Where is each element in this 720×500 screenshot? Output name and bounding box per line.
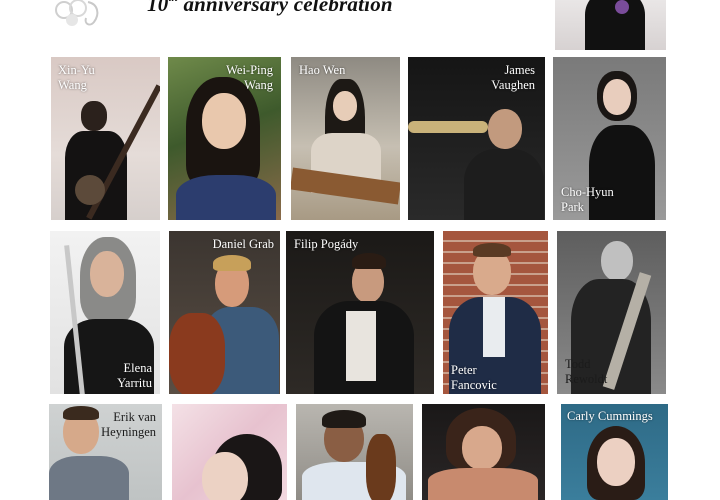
photo-james-vaughen: James Vaughen	[408, 57, 545, 220]
performer-name-line2: Yarritu	[117, 376, 152, 390]
performer-name-line1: Cho-Hyun	[561, 185, 614, 199]
treble-clef-logo-icon	[55, 0, 99, 26]
photo-row3-performer-3	[296, 404, 413, 500]
performer-name-line1: Daniel Grab	[212, 237, 274, 251]
anniversary-headline: 10th anniversary celebration	[147, 0, 393, 17]
performer-name-line1: Xin-Yu	[58, 63, 95, 77]
performer-name-line2: Park	[561, 200, 584, 214]
headline-ordinal-suffix: th	[168, 0, 178, 4]
photo-elena-yarritu: Elena Yarritu	[50, 231, 160, 394]
performer-name-line1: Todd	[565, 357, 591, 371]
performer-name-line1: Filip Pogády	[294, 237, 359, 251]
photo-row3-performer-4	[422, 404, 545, 500]
photo-row3-performer-2	[172, 404, 287, 500]
performer-name-line1: James	[504, 63, 535, 77]
performer-name-line1: Elena	[123, 361, 152, 375]
performer-name-line1: Peter	[451, 363, 477, 377]
performer-name-line1: Erik van	[113, 410, 156, 424]
performer-name-line2: Heyningen	[101, 425, 156, 439]
performer-name-line2: Fancovic	[451, 378, 497, 392]
headline-number: 10	[147, 0, 169, 16]
performer-name-line2: Wang	[244, 78, 273, 92]
photo-wei-ping-wang: Wei-Ping Wang	[168, 57, 281, 220]
photo-peter-fancovic: Peter Fancovic	[443, 231, 548, 394]
performer-name-line2: Rewoldt	[565, 372, 608, 386]
photo-carly-cummings: Carly Cummings	[561, 404, 668, 500]
performer-name-line2: Wang	[58, 78, 87, 92]
photo-erik-van-heyningen: Erik van Heyningen	[49, 404, 162, 500]
performer-name-line1: Hao Wen	[299, 63, 346, 77]
performer-name-line1: Wei-Ping	[226, 63, 273, 77]
photo-filip-pogady: Filip Pogády	[286, 231, 434, 394]
photo-daniel-grab: Daniel Grab	[169, 231, 280, 394]
headline-text: anniversary celebration	[183, 0, 393, 16]
photo-todd-rewoldt: Todd Rewoldt	[557, 231, 666, 394]
photo-hao-wen: Hao Wen	[291, 57, 400, 220]
performer-name-line2: Vaughen	[491, 78, 535, 92]
performer-name-line1: Carly Cummings	[567, 409, 653, 423]
photo-cho-hyun-park: Cho-Hyun Park	[553, 57, 666, 220]
top-right-partial-photo	[555, 0, 666, 50]
photo-xin-yu-wang: Xin-Yu Wang	[51, 57, 160, 220]
